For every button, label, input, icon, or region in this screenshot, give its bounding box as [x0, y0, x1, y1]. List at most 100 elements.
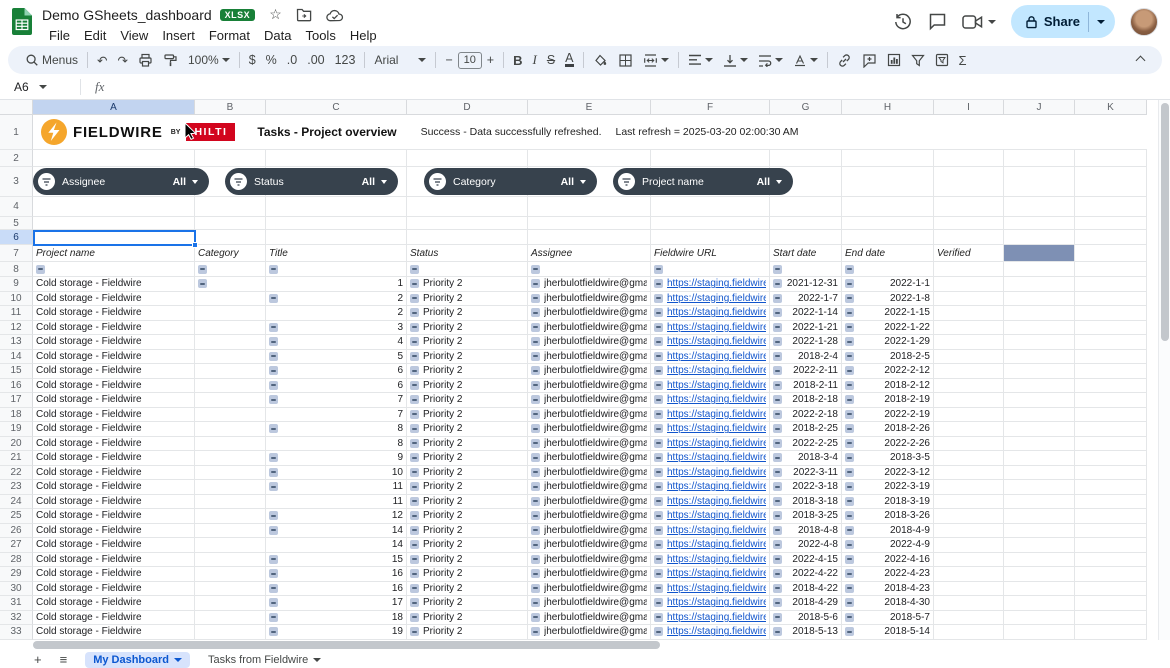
row-header-23[interactable]: 23	[0, 480, 33, 495]
dropdown-chip[interactable]	[269, 555, 278, 564]
cell[interactable]	[651, 150, 770, 167]
dropdown-chip[interactable]	[654, 497, 663, 506]
cell-url[interactable]: https://staging.fieldwire.c	[651, 596, 770, 611]
cell-end-date[interactable]: 2022-3-19	[842, 480, 934, 495]
cell[interactable]	[1075, 538, 1147, 553]
cell[interactable]	[266, 230, 407, 245]
cell-url[interactable]: https://staging.fieldwire.c	[651, 509, 770, 524]
cell-url[interactable]: https://staging.fieldwire.c	[651, 538, 770, 553]
cell-title[interactable]: 16	[266, 582, 407, 597]
dropdown-chip[interactable]	[654, 468, 663, 477]
cell-status[interactable]: Priority 2	[407, 335, 528, 350]
cell-verified[interactable]	[934, 582, 1004, 597]
cell[interactable]	[1004, 437, 1075, 452]
cell[interactable]	[1075, 524, 1147, 539]
decrease-font-button[interactable]: −	[440, 48, 457, 72]
search-menus-button[interactable]: Menus	[20, 48, 83, 72]
cell-status[interactable]: Priority 2	[407, 625, 528, 640]
cell[interactable]	[1004, 217, 1075, 230]
cell-status[interactable]: Priority 2	[407, 538, 528, 553]
cell-category[interactable]	[195, 364, 266, 379]
dropdown-chip[interactable]	[845, 598, 854, 607]
cell[interactable]	[1004, 553, 1075, 568]
cell-url[interactable]: https://staging.fieldwire.c	[651, 408, 770, 423]
cell[interactable]	[1004, 230, 1075, 245]
dropdown-chip[interactable]	[773, 482, 782, 491]
cell-start-date[interactable]: 2018-3-4	[770, 451, 842, 466]
dropdown-chip[interactable]	[531, 395, 540, 404]
cell[interactable]	[528, 262, 651, 277]
cell[interactable]	[651, 217, 770, 230]
fill-color-button[interactable]	[588, 48, 613, 72]
dropdown-chip[interactable]	[773, 540, 782, 549]
cell-start-date[interactable]: 2022-1-28	[770, 335, 842, 350]
cell-assignee[interactable]: jherbulotfieldwire@gmail.	[528, 451, 651, 466]
dropdown-chip[interactable]	[773, 279, 782, 288]
dropdown-chip[interactable]	[269, 627, 278, 636]
cell-url[interactable]: https://staging.fieldwire.c	[651, 480, 770, 495]
dropdown-chip[interactable]	[654, 323, 663, 332]
cell[interactable]	[1004, 582, 1075, 597]
dropdown-chip[interactable]	[845, 584, 854, 593]
dropdown-chip[interactable]	[845, 424, 854, 433]
dropdown-chip[interactable]	[269, 337, 278, 346]
dropdown-chip[interactable]	[198, 279, 207, 288]
dropdown-chip[interactable]	[410, 627, 419, 636]
cell-url[interactable]: https://staging.fieldwire.c	[651, 321, 770, 336]
cell[interactable]	[1004, 321, 1075, 336]
dropdown-chip[interactable]	[269, 468, 278, 477]
cell-category[interactable]	[195, 306, 266, 321]
cell-project[interactable]: Cold storage - Fieldwire	[33, 364, 195, 379]
dropdown-chip[interactable]	[410, 569, 419, 578]
dropdown-chip[interactable]	[654, 352, 663, 361]
cell[interactable]	[770, 230, 842, 245]
column-header-e[interactable]: E	[528, 100, 651, 115]
cell-category[interactable]	[195, 553, 266, 568]
dropdown-chip[interactable]	[654, 555, 663, 564]
column-header-j[interactable]: J	[1004, 100, 1075, 115]
increase-decimal-button[interactable]: .00	[302, 48, 329, 72]
dropdown-chip[interactable]	[654, 598, 663, 607]
dropdown-chip[interactable]	[410, 366, 419, 375]
cell[interactable]	[770, 197, 842, 217]
cell-url[interactable]: https://staging.fieldwire.c	[651, 350, 770, 365]
dropdown-chip[interactable]	[845, 482, 854, 491]
cell-title[interactable]: 16	[266, 567, 407, 582]
cell-end-date[interactable]: 2018-3-5	[842, 451, 934, 466]
cell-verified[interactable]	[934, 611, 1004, 626]
cell-project[interactable]: Cold storage - Fieldwire	[33, 379, 195, 394]
column-header-c[interactable]: C	[266, 100, 407, 115]
cell-url[interactable]: https://staging.fieldwire.c	[651, 277, 770, 292]
cell-title[interactable]: 15	[266, 553, 407, 568]
dropdown-chip[interactable]	[531, 555, 540, 564]
dropdown-chip[interactable]	[269, 569, 278, 578]
cell-end-date[interactable]: 2018-5-14	[842, 625, 934, 640]
bold-button[interactable]: B	[508, 48, 527, 72]
dropdown-chip[interactable]	[410, 598, 419, 607]
cell-project[interactable]: Cold storage - Fieldwire	[33, 335, 195, 350]
cell[interactable]	[1075, 553, 1147, 568]
cell[interactable]	[1075, 437, 1147, 452]
cell[interactable]	[1004, 596, 1075, 611]
dropdown-chip[interactable]	[410, 584, 419, 593]
cell[interactable]	[770, 217, 842, 230]
cell-project[interactable]: Cold storage - Fieldwire	[33, 495, 195, 510]
strikethrough-button[interactable]: S	[542, 48, 560, 72]
cell-project[interactable]: Cold storage - Fieldwire	[33, 277, 195, 292]
cell-verified[interactable]	[934, 480, 1004, 495]
cell-verified[interactable]	[934, 350, 1004, 365]
dropdown-chip[interactable]	[410, 308, 419, 317]
horizontal-scrollbar[interactable]	[0, 640, 1170, 651]
row-header-7[interactable]: 7	[0, 245, 33, 262]
dropdown-chip[interactable]	[773, 265, 782, 274]
dropdown-chip[interactable]	[773, 424, 782, 433]
insert-link-button[interactable]	[832, 48, 857, 72]
column-header-d[interactable]: D	[407, 100, 528, 115]
row-header-33[interactable]: 33	[0, 625, 33, 640]
dropdown-chip[interactable]	[654, 439, 663, 448]
row-header-9[interactable]: 9	[0, 277, 33, 292]
dropdown-chip[interactable]	[654, 627, 663, 636]
row-header-20[interactable]: 20	[0, 437, 33, 452]
cell-verified[interactable]	[934, 538, 1004, 553]
cell[interactable]	[1004, 524, 1075, 539]
